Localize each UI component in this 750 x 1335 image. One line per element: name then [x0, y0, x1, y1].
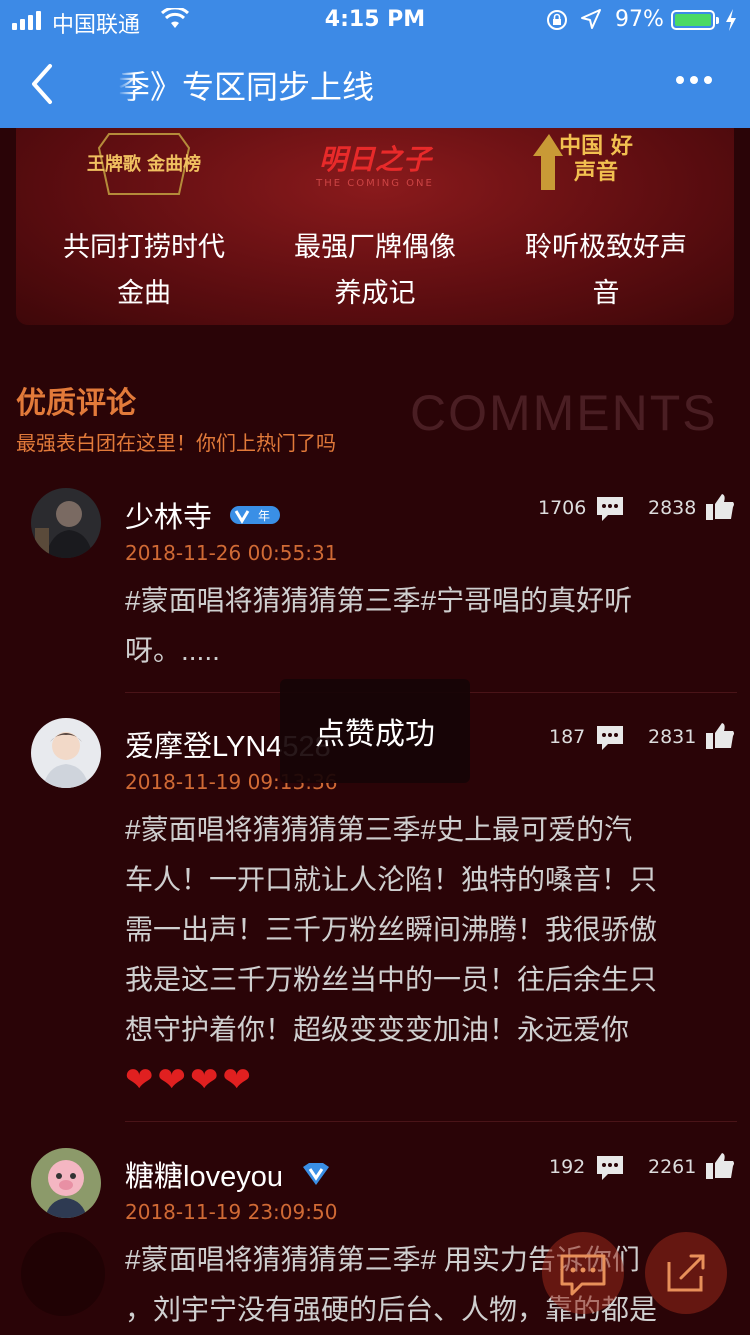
logo-text: 明日之子: [318, 143, 431, 176]
section-title: 优质评论: [16, 386, 136, 421]
show-logo: 中国 好声音: [491, 128, 721, 200]
comment-fab-button[interactable]: [542, 1232, 624, 1314]
show-logo: 明日之子 THE COMING ONE: [260, 128, 490, 200]
section-subtitle: 最强表白团在这里！你们上热门了吗: [16, 431, 336, 455]
show-label: 聆听极致好声 音: [491, 224, 721, 316]
comment-line: 车人！一开口就让人沦陷！独特的嗓音！只: [125, 864, 658, 895]
hearts-emoji: ❤❤❤❤: [125, 1061, 255, 1099]
show-label-line2: 金曲: [117, 278, 171, 308]
show-label-line1: 共同打捞时代: [63, 232, 225, 262]
show-label: 共同打捞时代 金曲: [29, 224, 259, 316]
username-text: 糖糖loveyou: [125, 1161, 283, 1193]
show-logo: 王牌歌 金曲榜: [29, 128, 259, 200]
show-label-line2: 音: [592, 278, 620, 308]
avatar[interactable]: [31, 488, 101, 558]
comment-text: #蒙面唱将猜猜猜第三季#史上最可爱的汽 车人！一开口就让人沦陷！独特的嗓音！只 …: [125, 805, 737, 1105]
top-bar: 中国联通 4:15 PM 97% 季》专区同步上线: [0, 0, 750, 128]
like-count: 2261: [648, 1156, 697, 1178]
verified-badge-icon: [299, 1161, 333, 1195]
svg-text:年: 年: [258, 509, 270, 523]
floating-circle-button[interactable]: [21, 1232, 105, 1316]
comment-line: #蒙面唱将猜猜猜第三季#宁哥唱的真好听: [125, 585, 633, 616]
show-card-mingrizhizi[interactable]: 明日之子 THE COMING ONE 最强厂牌偶像 养成记: [260, 128, 490, 316]
thumbs-up-icon[interactable]: [704, 492, 736, 526]
rotation-lock-icon: [545, 8, 569, 38]
chevron-left-icon[interactable]: [28, 62, 58, 110]
show-label: 最强厂牌偶像 养成记: [260, 224, 490, 316]
toast-message: 点赞成功: [280, 679, 470, 783]
username[interactable]: 少林寺 年: [125, 494, 282, 536]
comment-line: 想守护着你！超级变变变加油！永远爱你: [125, 1014, 630, 1045]
username[interactable]: 糖糖loveyou: [125, 1153, 333, 1195]
navigation-bar: 季》专区同步上线: [0, 40, 750, 128]
username-text: 少林寺: [125, 502, 213, 534]
comment-date: 2018-11-26 00:55:31: [125, 541, 338, 565]
avatar[interactable]: [31, 718, 101, 788]
comment-text: #蒙面唱将猜猜猜第三季#宁哥唱的真好听 呀。.....: [125, 576, 737, 676]
comment-line: 需一出声！三千万粉丝瞬间沸腾！我很骄傲: [125, 914, 658, 945]
logo-subtext: THE COMING ONE: [316, 178, 434, 189]
status-bar: 中国联通 4:15 PM 97%: [0, 0, 750, 40]
more-dots-icon[interactable]: [676, 76, 712, 84]
comment-icon[interactable]: [594, 723, 626, 757]
divider: [125, 1121, 737, 1122]
thumbs-up-icon[interactable]: [704, 721, 736, 755]
show-label-line1: 最强厂牌偶像: [294, 232, 456, 262]
comment-line: 呀。.....: [125, 635, 220, 666]
comment-icon[interactable]: [594, 494, 626, 528]
vip-badge-icon: 年: [228, 502, 282, 536]
page-title: 季》专区同步上线: [118, 62, 638, 108]
reply-count: 187: [549, 726, 586, 748]
thumbs-up-icon[interactable]: [704, 1151, 736, 1185]
battery-icon: [671, 10, 719, 30]
shows-banner: 王牌歌 金曲榜 共同打捞时代 金曲 明日之子 THE COMING ONE 最强…: [16, 128, 734, 325]
comment-line: #蒙面唱将猜猜猜第三季#史上最可爱的汽: [125, 814, 633, 845]
location-icon: [580, 8, 602, 36]
show-label-line2: 养成记: [334, 278, 416, 308]
section-watermark: COMMENTS: [410, 385, 718, 441]
like-count: 2831: [648, 726, 697, 748]
reply-count: 1706: [538, 497, 587, 519]
comment-icon[interactable]: [594, 1153, 626, 1187]
reply-count: 192: [549, 1156, 586, 1178]
battery-percent: 97%: [615, 7, 664, 32]
comment-date: 2018-11-19 23:09:50: [125, 1200, 338, 1224]
comment-line: 我是这三千万粉丝当中的一员！往后余生只: [125, 964, 658, 995]
chat-bubble-icon: [560, 1254, 606, 1296]
logo-text: 王牌歌 金曲榜: [86, 154, 202, 175]
like-count: 2838: [648, 497, 697, 519]
show-card-wangpaige[interactable]: 王牌歌 金曲榜 共同打捞时代 金曲: [29, 128, 259, 316]
logo-text: 中国 好声音: [559, 134, 633, 185]
avatar[interactable]: [31, 1148, 101, 1218]
show-label-line1: 聆听极致好声: [525, 232, 687, 262]
share-icon: [667, 1254, 705, 1292]
charging-bolt-icon: [724, 8, 738, 38]
show-card-haoshengyin[interactable]: 中国 好声音 聆听极致好声 音: [491, 128, 721, 316]
share-fab-button[interactable]: [645, 1232, 727, 1314]
